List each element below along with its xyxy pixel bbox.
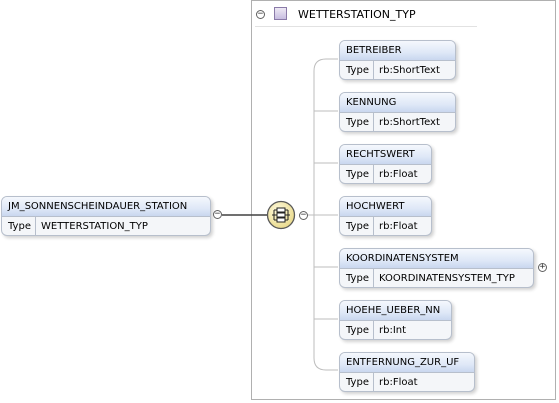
element-type-label: Type (340, 61, 374, 79)
root-type-value: WETTERSTATION_TYP (41, 221, 148, 232)
element-node-rechtswert[interactable]: RECHTSWERT Type rb:Float (339, 144, 432, 184)
element-type-value: rb:Float (379, 169, 418, 180)
root-collapse-icon[interactable]: − (213, 210, 222, 219)
element-name: ENTFERNUNG_ZUR_UF (340, 353, 474, 373)
element-name: HOCHWERT (340, 197, 431, 217)
element-type-label: Type (340, 165, 374, 183)
element-node-entfernung-zur-uf[interactable]: ENTFERNUNG_ZUR_UF Type rb:Float (339, 352, 475, 392)
root-element-name: JM_SONNENSCHEINDAUER_STATION (2, 197, 210, 217)
sequence-collapse-icon[interactable]: − (299, 211, 308, 220)
element-type-label: Type (340, 373, 374, 391)
element-name: RECHTSWERT (340, 145, 431, 165)
element-type-label: Type (340, 217, 374, 235)
root-element-node[interactable]: JM_SONNENSCHEINDAUER_STATION Type WETTER… (1, 196, 211, 236)
element-type-label: Type (340, 321, 374, 339)
element-name: HOEHE_UEBER_NN (340, 301, 451, 321)
element-node-betreiber[interactable]: BETREIBER Type rb:ShortText (339, 40, 456, 80)
koordinatensystem-expand-icon[interactable]: + (538, 263, 547, 272)
element-type-label: Type (340, 269, 374, 287)
element-type-value: rb:ShortText (379, 117, 440, 128)
element-node-kennung[interactable]: KENNUNG Type rb:ShortText (339, 92, 456, 132)
element-node-koordinatensystem[interactable]: KOORDINATENSYSTEM Type KOORDINATENSYSTEM… (339, 248, 534, 288)
element-type-value: rb:Int (379, 325, 407, 336)
root-type-label: Type (2, 217, 36, 235)
element-node-hoehe-ueber-nn[interactable]: HOEHE_UEBER_NN Type rb:Int (339, 300, 452, 340)
element-name: KENNUNG (340, 93, 455, 113)
element-name: BETREIBER (340, 41, 455, 61)
element-name: KOORDINATENSYSTEM (340, 249, 533, 269)
element-type-label: Type (340, 113, 374, 131)
element-type-value: rb:Float (379, 221, 418, 232)
element-type-value: rb:ShortText (379, 65, 440, 76)
element-node-hochwert[interactable]: HOCHWERT Type rb:Float (339, 196, 432, 236)
sequence-compositor-icon[interactable] (266, 200, 296, 230)
element-type-value: rb:Float (379, 377, 418, 388)
element-type-value: KOORDINATENSYSTEM_TYP (379, 273, 515, 284)
